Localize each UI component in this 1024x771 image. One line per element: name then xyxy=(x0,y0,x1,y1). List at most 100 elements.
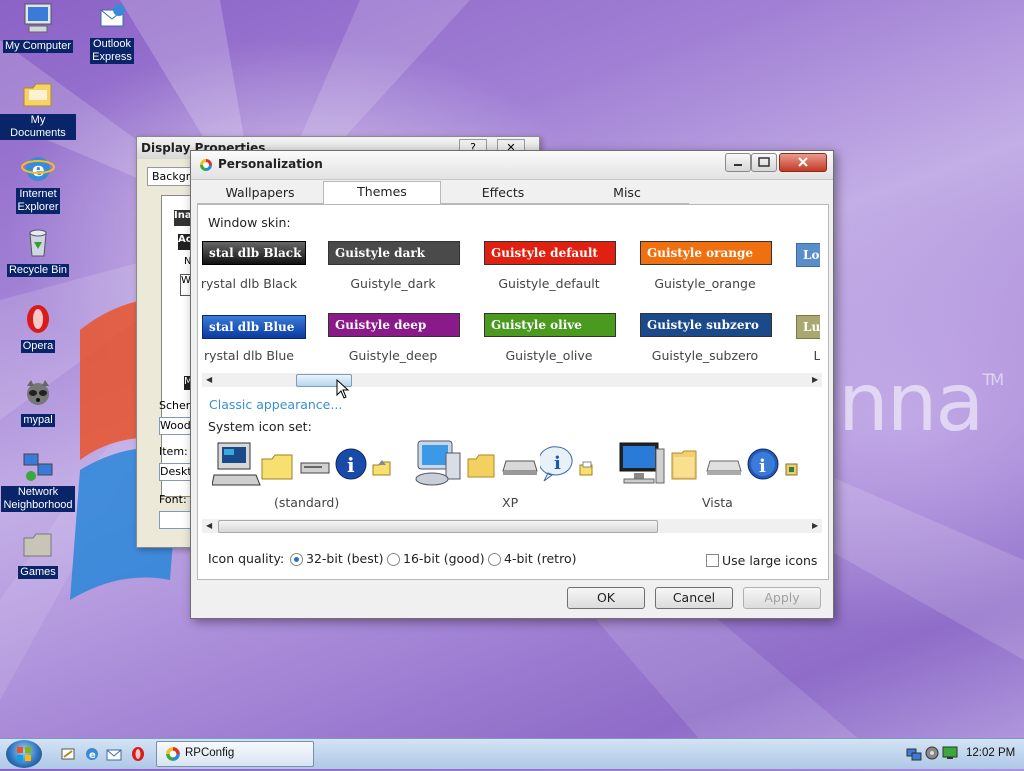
skin-guistyle-olive-bar[interactable]: Guistyle olive xyxy=(484,313,616,337)
svg-text:e: e xyxy=(89,750,96,761)
title-bar[interactable]: Personalization xyxy=(191,151,833,180)
scroll-right-icon[interactable]: ▶ xyxy=(812,375,818,384)
skin-crystal-blue-name: rystal dlb Blue xyxy=(203,348,295,363)
tab-effects[interactable]: Effects xyxy=(441,183,565,204)
start-button[interactable] xyxy=(6,740,42,768)
skin-crystal-blue-bar[interactable]: stal dlb Blue xyxy=(202,315,306,339)
desktop-icon-recycle-bin[interactable]: Recycle Bin xyxy=(0,226,76,277)
icon-set-scrollbar-thumb[interactable] xyxy=(218,520,658,533)
tray-display-icon[interactable] xyxy=(942,745,958,761)
vista-computer-icon[interactable] xyxy=(616,439,666,489)
taskbar-rpconfig-button[interactable]: RPConfig xyxy=(156,741,314,767)
ok-button[interactable]: OK xyxy=(567,587,645,609)
vista-folder-icon[interactable] xyxy=(670,449,698,481)
icon-set-scrollbar[interactable]: ◀ ▶ xyxy=(202,519,822,533)
skin-crystal-black-bar[interactable]: stal dlb Black xyxy=(202,241,306,265)
opera-icon xyxy=(21,302,55,336)
xp-drive-icon[interactable] xyxy=(502,459,538,477)
rpconfig-logo-icon xyxy=(200,159,212,171)
item-label: Item: xyxy=(159,445,188,458)
apply-button[interactable]: Apply xyxy=(743,587,821,609)
minimize-button[interactable] xyxy=(725,153,751,172)
close-icon xyxy=(798,157,808,167)
folder-icon xyxy=(21,78,55,112)
skin-crystal-black-name: rystal dlb Black xyxy=(202,276,298,291)
recycle-bin-icon xyxy=(21,226,55,260)
skin-guistyle-deep-bar[interactable]: Guistyle deep xyxy=(328,313,460,337)
quality-16bit-label[interactable]: 16-bit (good) xyxy=(403,551,485,566)
vista-info-icon[interactable]: i xyxy=(746,447,780,481)
skin-scrollbar[interactable]: ◀ ▶ xyxy=(202,373,822,387)
quality-4bit-label[interactable]: 4-bit (retro) xyxy=(504,551,576,566)
window-skin-list: stal dlb Black rystal dlb Black Guistyle… xyxy=(202,239,820,379)
large-icons-checkbox[interactable] xyxy=(706,554,719,567)
standard-info-icon[interactable]: i xyxy=(334,447,368,481)
quality-16bit-radio[interactable] xyxy=(387,553,400,566)
cancel-button[interactable]: Cancel xyxy=(655,587,733,609)
quality-4bit-radio[interactable] xyxy=(488,553,501,566)
scroll-left-icon[interactable]: ◀ xyxy=(206,375,212,384)
svg-text:i: i xyxy=(347,453,355,477)
desktop-icon-internet-explorer[interactable]: e Internet Explorer xyxy=(0,152,76,214)
skin-guistyle-orange-bar[interactable]: Guistyle orange xyxy=(640,241,772,265)
desktop-icon-games[interactable]: Games xyxy=(0,528,76,579)
quicklaunch-opera-icon[interactable] xyxy=(130,746,146,762)
quicklaunch-ie-icon[interactable]: e xyxy=(84,746,100,762)
quality-32bit-label[interactable]: 32-bit (best) xyxy=(306,551,384,566)
large-icons-label[interactable]: Use large icons xyxy=(722,553,817,568)
windows-logo-icon xyxy=(17,747,31,761)
desktop-icon-mypal[interactable]: mypal xyxy=(0,376,76,427)
games-folder-icon xyxy=(21,528,55,562)
skin-guistyle-default-bar[interactable]: Guistyle default xyxy=(484,241,616,265)
font-label: Font: xyxy=(159,493,187,506)
system-tray: 12:02 PM xyxy=(900,741,1020,765)
scroll-left-icon[interactable]: ◀ xyxy=(206,521,212,530)
skin-guistyle-orange-name: Guistyle_orange xyxy=(654,276,756,291)
quicklaunch-desktop-icon[interactable] xyxy=(60,746,76,762)
vista-small-icon[interactable] xyxy=(784,461,800,477)
tab-themes[interactable]: Themes xyxy=(323,181,441,205)
standard-folder-icon[interactable] xyxy=(260,451,294,481)
desktop-icon-my-computer[interactable]: My Computer xyxy=(0,2,76,53)
classic-appearance-link[interactable]: Classic appearance... xyxy=(209,397,342,412)
xp-computer-icon[interactable] xyxy=(410,439,462,489)
vista-drive-icon[interactable] xyxy=(706,459,742,477)
tab-misc[interactable]: Misc xyxy=(565,183,689,204)
desktop-icon-my-documents[interactable]: My Documents xyxy=(0,78,76,140)
xp-small-icon[interactable] xyxy=(578,461,596,477)
xp-info-icon[interactable]: i xyxy=(540,445,576,483)
computer-icon xyxy=(21,2,55,36)
desktop-icon-outlook-express[interactable]: Outlook Express xyxy=(74,2,150,64)
outlook-express-icon xyxy=(95,2,129,36)
standard-computer-icon[interactable] xyxy=(212,441,262,489)
skin-guistyle-subzero-bar[interactable]: Guistyle subzero xyxy=(640,313,772,337)
quicklaunch-outlook-icon[interactable] xyxy=(106,746,122,762)
item-select[interactable]: Deskt xyxy=(159,463,191,481)
personalization-window[interactable]: Personalization Wallpapers Themes Effect… xyxy=(190,150,834,619)
font-select[interactable] xyxy=(159,511,191,529)
scheme-select[interactable]: Wood xyxy=(159,417,191,435)
svg-text:i: i xyxy=(759,456,766,477)
quality-32bit-radio[interactable] xyxy=(290,553,303,566)
skin-guistyle-dark-bar[interactable]: Guistyle dark xyxy=(328,241,460,265)
skin-guistyle-dark-name: Guistyle_dark xyxy=(350,276,436,291)
maximize-icon xyxy=(758,157,770,167)
icon-set-standard-label: (standard) xyxy=(274,495,340,510)
desktop-icon-opera[interactable]: Opera xyxy=(0,302,76,353)
scroll-right-icon[interactable]: ▶ xyxy=(812,521,818,530)
skin-lo-bar[interactable]: Lo xyxy=(796,243,820,267)
close-button[interactable] xyxy=(779,153,827,172)
skin-lu-bar[interactable]: Lu xyxy=(796,315,820,339)
standard-drive-icon[interactable] xyxy=(300,461,330,475)
maximize-button[interactable] xyxy=(751,153,777,172)
skin-guistyle-default-name: Guistyle_default xyxy=(498,276,600,291)
icon-quality-label: Icon quality: xyxy=(208,551,285,566)
mouse-cursor-icon xyxy=(336,379,350,399)
tray-network-icon[interactable] xyxy=(906,745,922,761)
tray-gear-icon[interactable] xyxy=(924,745,940,761)
tab-wallpapers[interactable]: Wallpapers xyxy=(197,183,323,204)
standard-small-folder-icon[interactable] xyxy=(372,459,392,477)
xp-folder-icon[interactable] xyxy=(466,453,496,479)
minimize-icon xyxy=(734,164,742,166)
desktop-icon-network-neighborhood[interactable]: Network Neighborhood xyxy=(0,450,76,512)
